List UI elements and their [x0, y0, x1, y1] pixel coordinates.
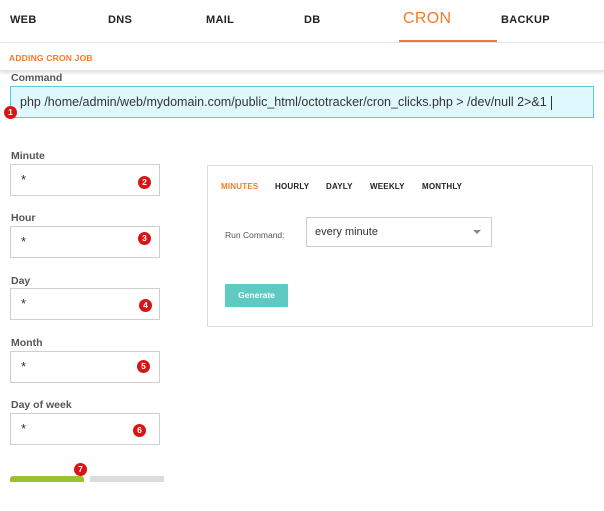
top-navigation: WEB DNS MAIL DB CRON BACKUP: [0, 0, 604, 43]
text-caret: [550, 95, 552, 110]
chevron-down-icon: [473, 230, 481, 234]
annotation-badge-2: 2: [138, 176, 151, 189]
annotation-badge-1: 1: [4, 106, 17, 119]
nav-tab-backup[interactable]: BACKUP: [501, 0, 550, 42]
minute-label: Minute: [11, 150, 45, 162]
annotation-badge-4: 4: [139, 299, 152, 312]
command-input[interactable]: php /home/admin/web/mydomain.com/public_…: [10, 86, 594, 118]
sub-header: ADDING CRON JOB: [0, 43, 604, 71]
run-command-select[interactable]: every minute: [306, 217, 492, 247]
run-command-label: Run Command:: [225, 230, 285, 240]
run-command-value: every minute: [315, 226, 378, 238]
nav-tab-mail[interactable]: MAIL: [206, 0, 234, 42]
generate-button[interactable]: Generate: [225, 284, 288, 307]
annotation-badge-3: 3: [138, 232, 151, 245]
day-input[interactable]: *: [10, 288, 160, 320]
nav-tab-db[interactable]: DB: [304, 0, 321, 42]
annotation-badge-5: 5: [137, 360, 150, 373]
nav-tab-dns[interactable]: DNS: [108, 0, 132, 42]
generator-tab-monthly[interactable]: MONTHLY: [422, 182, 462, 191]
save-button[interactable]: [10, 476, 84, 482]
annotation-badge-7: 7: [74, 463, 87, 476]
hour-label: Hour: [11, 212, 36, 224]
month-label: Month: [11, 337, 43, 349]
page-title: ADDING CRON JOB: [9, 53, 93, 63]
cron-generator-panel: MINUTES HOURLY DAYLY WEEKLY MONTHLY Run …: [207, 165, 593, 327]
back-button[interactable]: [90, 476, 164, 482]
generator-tab-hourly[interactable]: HOURLY: [275, 182, 309, 191]
nav-tab-web[interactable]: WEB: [10, 0, 37, 42]
annotation-badge-6: 6: [133, 424, 146, 437]
command-value: php /home/admin/web/mydomain.com/public_…: [20, 95, 547, 109]
hour-input[interactable]: *: [10, 226, 160, 258]
generator-tab-weekly[interactable]: WEEKLY: [370, 182, 405, 191]
day-label: Day: [11, 275, 31, 287]
day-of-week-label: Day of week: [11, 399, 72, 411]
generator-tab-daily[interactable]: DAYLY: [326, 182, 353, 191]
nav-tab-cron[interactable]: CRON: [399, 0, 497, 42]
generator-tab-minutes[interactable]: MINUTES: [221, 182, 258, 191]
command-label: Command: [11, 72, 63, 84]
